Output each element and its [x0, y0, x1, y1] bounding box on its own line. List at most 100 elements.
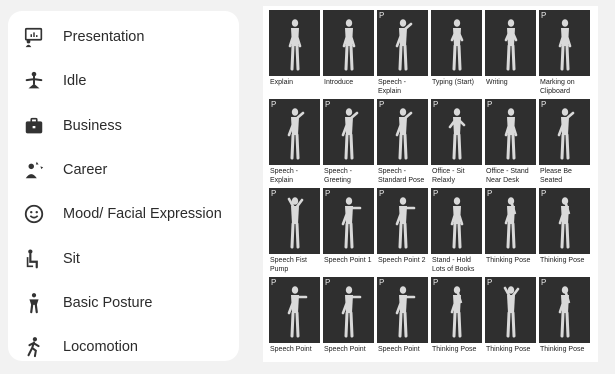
- pose-thumbnail: P: [377, 277, 428, 343]
- pose-caption: Speech - Greeting: [324, 168, 353, 184]
- pose-card[interactable]: P Thinking Pose: [485, 188, 536, 277]
- pose-caption: Speech Point 1: [324, 257, 372, 264]
- pose-card[interactable]: P Marking on Clipboard: [539, 10, 590, 99]
- sidebar-item-label: Mood/ Facial Expression: [63, 206, 222, 223]
- premium-badge: P: [271, 278, 277, 287]
- sidebar-item-business[interactable]: Business: [8, 104, 239, 148]
- sidebar-item-label: Business: [63, 117, 122, 134]
- pose-thumbnail: [431, 10, 482, 76]
- pose-card[interactable]: P Speech Point 1: [323, 188, 374, 277]
- pose-card[interactable]: P Thinking Pose: [485, 277, 536, 362]
- pose-caption: Writing: [486, 79, 508, 86]
- pose-caption: Office - Stand Near Desk: [486, 168, 529, 184]
- premium-badge: P: [433, 189, 439, 198]
- sidebar-item-label: Basic Posture: [63, 294, 153, 311]
- pose-card[interactable]: P Speech - Standard Pose: [377, 99, 428, 188]
- idle-icon: [22, 69, 46, 93]
- pose-thumbnail: P: [431, 188, 482, 254]
- pose-thumbnail: P: [323, 277, 374, 343]
- pose-card[interactable]: P Please Be Seated: [539, 99, 590, 188]
- pose-card[interactable]: P Speech Point 2: [377, 188, 428, 277]
- pose-caption: Speech Point: [324, 346, 366, 353]
- pose-caption: Office - Sit Relaxly: [432, 168, 465, 184]
- premium-badge: P: [379, 100, 385, 109]
- pose-thumbnail: P: [269, 277, 320, 343]
- sidebar-item-idle[interactable]: Idle: [8, 59, 239, 103]
- pose-card[interactable]: Typing (Start): [431, 10, 482, 99]
- pose-caption: Speech - Explain: [378, 79, 407, 95]
- premium-badge: P: [325, 100, 331, 109]
- pose-caption: Typing (Start): [432, 79, 475, 86]
- pose-card[interactable]: P Speech - Explain: [377, 10, 428, 99]
- pose-caption: Explain: [270, 79, 293, 86]
- category-sidebar: Presentation Idle Business Career Mood/ Faci…: [8, 11, 239, 361]
- premium-badge: P: [541, 11, 547, 20]
- pose-card[interactable]: P Thinking Pose: [431, 277, 482, 362]
- pose-caption: Marking on Clipboard: [540, 79, 575, 95]
- pose-caption: Thinking Pose: [486, 257, 531, 264]
- pose-thumbnail: [323, 10, 374, 76]
- pose-thumbnail: P: [539, 10, 590, 76]
- premium-badge: P: [271, 100, 277, 109]
- pose-card[interactable]: P Speech Fist Pump: [269, 188, 320, 277]
- pose-thumbnail: P: [539, 99, 590, 165]
- pose-card[interactable]: P Speech - Explain: [269, 99, 320, 188]
- premium-badge: P: [433, 278, 439, 287]
- pose-card[interactable]: P Thinking Pose: [539, 277, 590, 362]
- smiley-icon: [22, 202, 46, 226]
- pose-thumbnail: P: [485, 277, 536, 343]
- pose-card[interactable]: P Stand - Hold Lots of Books: [431, 188, 482, 277]
- pose-caption: Please Be Seated: [540, 168, 572, 184]
- pose-thumbnail: P: [269, 99, 320, 165]
- sidebar-item-label: Presentation: [63, 29, 145, 46]
- premium-badge: P: [325, 189, 331, 198]
- sidebar-item-mood-facial-expression[interactable]: Mood/ Facial Expression: [8, 192, 239, 236]
- premium-badge: P: [541, 100, 547, 109]
- sidebar-item-locomotion[interactable]: Locomotion: [8, 325, 239, 369]
- premium-badge: P: [487, 189, 493, 198]
- pose-thumbnail: P: [323, 99, 374, 165]
- career-icon: [22, 158, 46, 182]
- pose-grid: Explain Introduce P Speech - Explain Typing …: [269, 10, 590, 362]
- premium-badge: P: [379, 278, 385, 287]
- sidebar-item-presentation[interactable]: Presentation: [8, 15, 239, 59]
- pose-card[interactable]: P Speech Point: [323, 277, 374, 362]
- pose-thumbnail: P: [485, 188, 536, 254]
- sidebar-item-sit[interactable]: Sit: [8, 236, 239, 280]
- sidebar-item-label: Sit: [63, 250, 80, 267]
- pose-card[interactable]: P Office - Sit Relaxly: [431, 99, 482, 188]
- pose-card[interactable]: Introduce: [323, 10, 374, 99]
- pose-thumbnail: P: [269, 188, 320, 254]
- pose-thumbnail: P: [323, 188, 374, 254]
- pose-card[interactable]: Explain: [269, 10, 320, 99]
- sidebar-item-career[interactable]: Career: [8, 148, 239, 192]
- premium-badge: P: [325, 278, 331, 287]
- premium-badge: P: [487, 278, 493, 287]
- pose-card[interactable]: P Speech - Greeting: [323, 99, 374, 188]
- premium-badge: P: [541, 189, 547, 198]
- presentation-icon: [22, 25, 46, 49]
- pose-card[interactable]: P Speech Point: [269, 277, 320, 362]
- pose-caption: Speech - Standard Pose: [378, 168, 425, 184]
- pose-thumbnail: P: [431, 99, 482, 165]
- premium-badge: P: [271, 189, 277, 198]
- pose-caption: Speech Point 2: [378, 257, 426, 264]
- premium-badge: P: [487, 100, 493, 109]
- pose-caption: Stand - Hold Lots of Books: [432, 257, 475, 273]
- sidebar-item-basic-posture[interactable]: Basic Posture: [8, 281, 239, 325]
- pose-caption: Speech Point: [378, 346, 420, 353]
- pose-caption: Speech Fist Pump: [270, 257, 307, 273]
- pose-card[interactable]: P Thinking Pose: [539, 188, 590, 277]
- pose-caption: Thinking Pose: [540, 346, 585, 353]
- pose-card[interactable]: P Office - Stand Near Desk: [485, 99, 536, 188]
- pose-thumbnail: P: [539, 277, 590, 343]
- pose-caption: Thinking Pose: [486, 346, 531, 353]
- briefcase-icon: [22, 114, 46, 138]
- premium-badge: P: [379, 11, 385, 20]
- pose-thumbnail: P: [377, 188, 428, 254]
- pose-card[interactable]: Writing: [485, 10, 536, 99]
- pose-card[interactable]: P Speech Point: [377, 277, 428, 362]
- sidebar-item-label: Idle: [63, 73, 87, 90]
- premium-badge: P: [379, 189, 385, 198]
- pose-gallery-panel: Explain Introduce P Speech - Explain Typing …: [263, 6, 598, 362]
